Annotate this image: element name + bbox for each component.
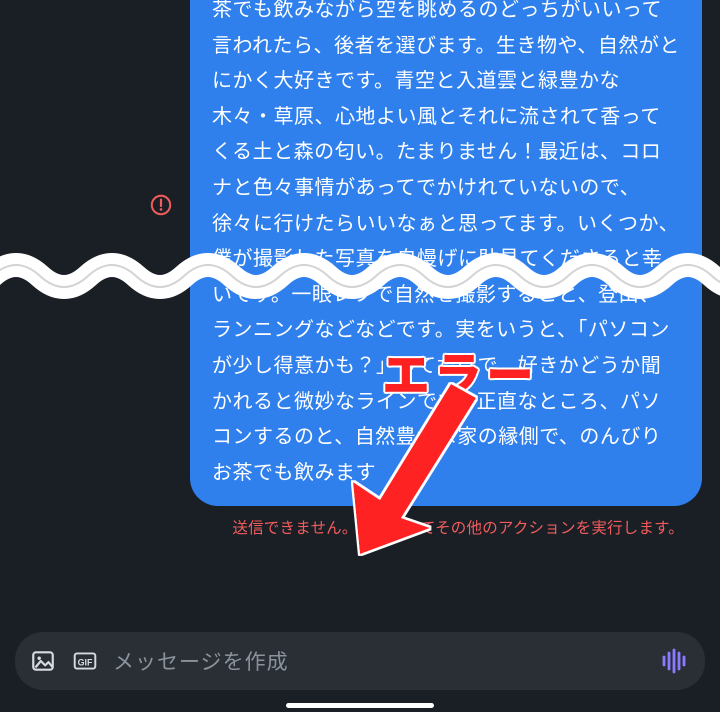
svg-text:GIF: GIF bbox=[78, 657, 93, 667]
chat-area: 茶でも飲みながら空を眺めるのどっちがいいって言われたら、後者を選びます。生き物や… bbox=[0, 0, 720, 538]
image-icon[interactable] bbox=[29, 647, 57, 675]
error-indicator-slot bbox=[140, 0, 182, 221]
composer-input[interactable]: メッセージを作成 bbox=[113, 646, 643, 676]
send-error-text[interactable]: 送信できません。タップしてその他のアクションを実行します。 bbox=[0, 506, 702, 538]
message-row: 茶でも飲みながら空を眺めるのどっちがいいって言われたら、後者を選びます。生き物や… bbox=[0, 0, 702, 506]
message-text: 茶でも飲みながら空を眺めるのどっちがいいって言われたら、後者を選びます。生き物や… bbox=[212, 0, 680, 485]
home-indicator[interactable] bbox=[286, 703, 434, 708]
error-circle-icon[interactable] bbox=[150, 194, 172, 221]
voice-wave-icon[interactable] bbox=[657, 644, 691, 678]
gif-icon[interactable]: GIF bbox=[71, 647, 99, 675]
message-bubble[interactable]: 茶でも飲みながら空を眺めるのどっちがいいって言われたら、後者を選びます。生き物や… bbox=[190, 0, 702, 506]
message-composer: GIF メッセージを作成 bbox=[15, 632, 705, 690]
